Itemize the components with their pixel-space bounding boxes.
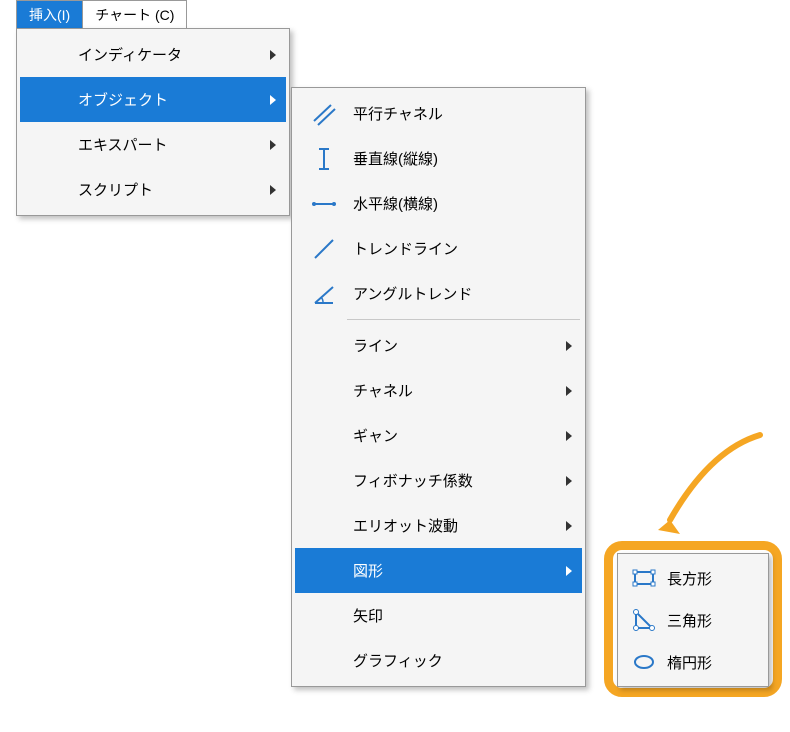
menu-item-ellipse[interactable]: 楕円形 <box>621 641 765 683</box>
menu-item-angle-trend[interactable]: アングルトレンド <box>295 271 582 316</box>
trend-line-icon <box>309 234 339 264</box>
menu-item-label: オブジェクト <box>78 89 270 110</box>
menu-item-graphic[interactable]: グラフィック <box>295 638 582 683</box>
menu-item-label: 水平線(横線) <box>353 193 572 214</box>
menu-item-label: 垂直線(縦線) <box>353 148 572 169</box>
menu-item-label: 楕円形 <box>667 652 755 673</box>
submenu-arrow-icon <box>566 431 572 441</box>
menu-item-label: グラフィック <box>353 650 572 671</box>
menu-item-scripts[interactable]: スクリプト <box>20 167 286 212</box>
menu-item-label: ライン <box>353 335 566 356</box>
menubar: 挿入(I) チャート (C) <box>16 0 187 28</box>
menu-item-label: 三角形 <box>667 610 755 631</box>
horizontal-line-icon <box>309 189 339 219</box>
menu-item-triangle[interactable]: 三角形 <box>621 599 765 641</box>
menu-item-objects[interactable]: オブジェクト <box>20 77 286 122</box>
menu-item-channels[interactable]: チャネル <box>295 368 582 413</box>
menu-item-label: チャネル <box>353 380 566 401</box>
menu-item-gann[interactable]: ギャン <box>295 413 582 458</box>
submenu-arrow-icon <box>566 566 572 576</box>
submenu-arrow-icon <box>566 476 572 486</box>
menu-insert-label: 挿入(I) <box>29 5 70 25</box>
menu-item-shapes[interactable]: 図形 <box>295 548 582 593</box>
menu-item-label: 平行チャネル <box>353 103 572 124</box>
menu-item-label: アングルトレンド <box>353 283 572 304</box>
menu-item-label: インディケータ <box>78 44 270 65</box>
menu-item-vertical-line[interactable]: 垂直線(縦線) <box>295 136 582 181</box>
shapes-submenu-panel: 長方形 三角形 楕円形 <box>617 553 769 687</box>
menu-insert[interactable]: 挿入(I) <box>17 1 82 28</box>
menu-item-label: スクリプト <box>78 179 270 200</box>
menu-item-label: エリオット波動 <box>353 515 566 536</box>
ellipse-shape-icon <box>631 649 657 675</box>
menu-item-fibonacci[interactable]: フィボナッチ係数 <box>295 458 582 503</box>
menu-item-indicators[interactable]: インディケータ <box>20 32 286 77</box>
menu-item-parallel-channel[interactable]: 平行チャネル <box>295 91 582 136</box>
menu-item-horizontal-line[interactable]: 水平線(横線) <box>295 181 582 226</box>
menu-item-label: ギャン <box>353 425 566 446</box>
menu-item-arrows[interactable]: 矢印 <box>295 593 582 638</box>
submenu-arrow-icon <box>270 95 276 105</box>
menu-chart[interactable]: チャート (C) <box>83 1 186 28</box>
triangle-shape-icon <box>631 607 657 633</box>
submenu-arrow-icon <box>270 50 276 60</box>
angle-trend-icon <box>309 279 339 309</box>
submenu-arrow-icon <box>270 185 276 195</box>
menu-item-trend-line[interactable]: トレンドライン <box>295 226 582 271</box>
objects-submenu-panel: 平行チャネル 垂直線(縦線) 水平線(横線) トレンドライン アングルトレンド … <box>291 87 586 687</box>
submenu-arrow-icon <box>566 521 572 531</box>
menu-item-label: 長方形 <box>667 568 755 589</box>
rectangle-shape-icon <box>631 565 657 591</box>
vertical-line-icon <box>309 144 339 174</box>
menu-item-lines[interactable]: ライン <box>295 323 582 368</box>
submenu-arrow-icon <box>566 341 572 351</box>
menu-item-label: 図形 <box>353 560 566 581</box>
submenu-arrow-icon <box>566 386 572 396</box>
menu-item-label: フィボナッチ係数 <box>353 470 566 491</box>
submenu-arrow-icon <box>270 140 276 150</box>
menu-chart-label: チャート (C) <box>95 5 174 25</box>
insert-menu-panel: インディケータ オブジェクト エキスパート スクリプト <box>16 28 290 216</box>
menu-item-label: トレンドライン <box>353 238 572 259</box>
callout-arrow-icon <box>640 430 770 540</box>
menu-item-label: 矢印 <box>353 605 572 626</box>
menu-divider <box>347 319 580 320</box>
menu-item-elliott[interactable]: エリオット波動 <box>295 503 582 548</box>
menu-item-label: エキスパート <box>78 134 270 155</box>
menu-item-rectangle[interactable]: 長方形 <box>621 557 765 599</box>
parallel-channel-icon <box>309 99 339 129</box>
menu-item-experts[interactable]: エキスパート <box>20 122 286 167</box>
